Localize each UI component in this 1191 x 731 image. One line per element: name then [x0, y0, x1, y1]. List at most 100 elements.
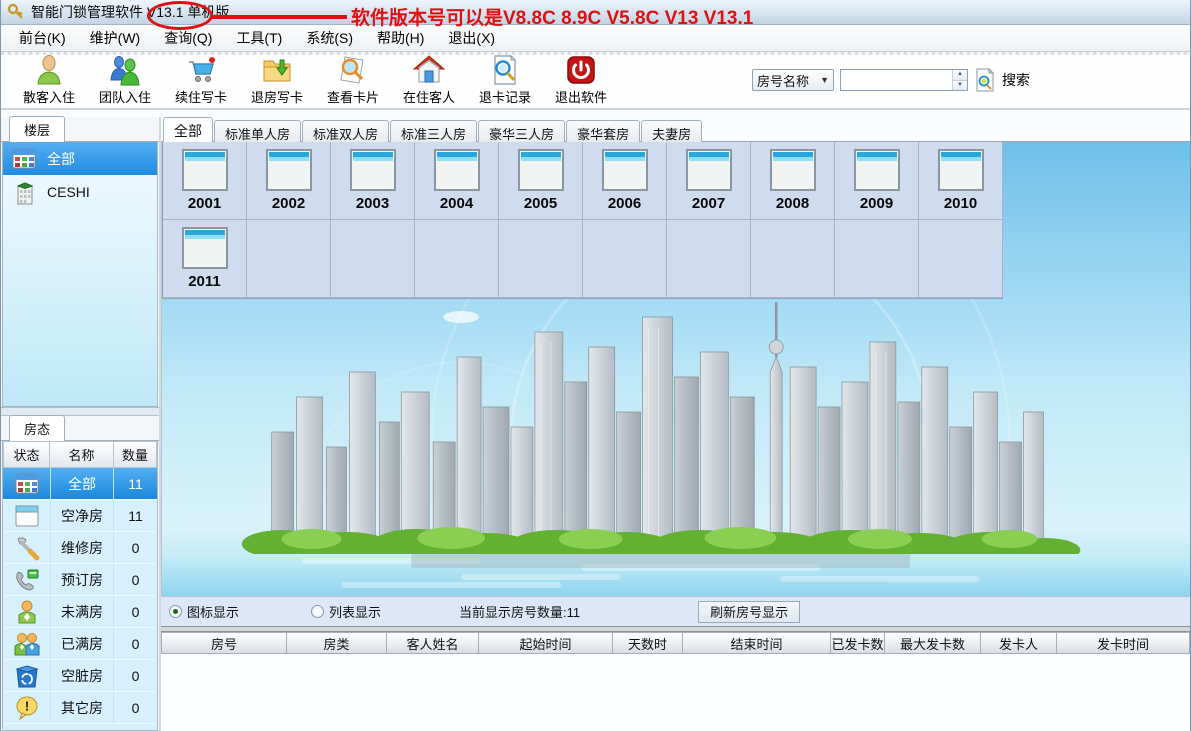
room-cell[interactable]: 2010: [919, 142, 1003, 220]
room-cell[interactable]: 2009: [835, 142, 919, 220]
col-days-hours[interactable]: 天数时: [613, 632, 683, 654]
tab-floors[interactable]: 楼层: [9, 116, 66, 142]
view-cards-button[interactable]: 查看卡片: [315, 54, 391, 106]
search-field-value: 房号名称: [757, 73, 810, 89]
room-cell[interactable]: 2011: [163, 220, 247, 298]
toolbar-label: 查看卡片: [326, 90, 379, 105]
status-row-reserved[interactable]: 预订房 0: [3, 564, 157, 596]
room-window-icon: [181, 227, 228, 269]
extend-stay-write-card-button[interactable]: 续住写卡: [163, 54, 239, 106]
room-cell[interactable]: 2002: [247, 142, 331, 220]
floor-item-ceshi[interactable]: CESHI: [3, 175, 157, 208]
list-view-label: 列表显示: [329, 605, 382, 620]
walk-in-checkin-button[interactable]: 散客入住: [11, 54, 87, 106]
tab-standard-single[interactable]: 标准单人房: [214, 120, 302, 142]
room-cell[interactable]: 2008: [751, 142, 835, 220]
status-name: 维修房: [50, 532, 114, 563]
room-cell-empty: [751, 220, 835, 298]
wrench-icon: [16, 536, 39, 560]
in-house-guests-button[interactable]: 在住客人: [391, 54, 467, 106]
card-return-records-button[interactable]: 退卡记录: [467, 54, 543, 106]
floor-item-all[interactable]: 全部: [3, 142, 157, 175]
status-count: 0: [131, 667, 140, 684]
refresh-rooms-button[interactable]: 刷新房号显示: [698, 600, 801, 623]
search-field-select[interactable]: 房号名称 ▼: [752, 69, 834, 91]
grid-icon: [12, 148, 36, 168]
status-row-vacant-dirty[interactable]: 空脏房 0: [3, 660, 157, 692]
name-col-header[interactable]: 名称: [50, 441, 114, 468]
room-number: 2005: [523, 195, 558, 212]
status-row-full[interactable]: 已满房 0: [3, 628, 157, 660]
room-number: 2006: [607, 195, 642, 212]
search-input[interactable]: [841, 70, 952, 90]
col-room-type[interactable]: 房类: [287, 632, 387, 654]
col-start-time[interactable]: 起始时间: [479, 632, 613, 654]
person-icon: [18, 600, 35, 623]
icon-view-option[interactable]: 图标显示: [169, 602, 239, 621]
col-max-cards[interactable]: 最大发卡数: [885, 632, 981, 654]
tab-standard-double[interactable]: 标准双人房: [302, 120, 390, 142]
status-count: 11: [128, 507, 143, 524]
tab-couple-room[interactable]: 夫妻房: [641, 120, 703, 142]
col-issue-time[interactable]: 发卡时间: [1057, 632, 1190, 654]
exit-software-button[interactable]: 退出软件: [543, 54, 619, 106]
room-count-text: 当前显示房号数量:11: [459, 605, 581, 620]
tab-standard-triple[interactable]: 标准三人房: [390, 120, 478, 142]
room-cell[interactable]: 2003: [331, 142, 415, 220]
checkout-write-card-button[interactable]: 退房写卡: [239, 54, 315, 106]
status-row-all[interactable]: 全部 11: [3, 468, 157, 500]
toolbar: 散客入住 团队入住 续住写卡 退房写卡 查看卡片 在住客人 退卡记录 退出软件 …: [1, 52, 1190, 110]
radio-list-view[interactable]: [311, 605, 325, 618]
title-bar: 智能门锁管理软件 V13.1 单机版 软件版本号可以是V8.8C 8.9C V5…: [1, 0, 1190, 30]
col-cards-issued[interactable]: 已发卡数: [831, 632, 885, 654]
status-row-vacant-clean[interactable]: 空净房 11: [3, 500, 157, 532]
spinner-control[interactable]: ▲ ▼: [952, 70, 967, 90]
col-card-issuer[interactable]: 发卡人: [981, 632, 1057, 654]
tab-room-status[interactable]: 房态: [9, 415, 66, 441]
search-button[interactable]: 搜索: [1002, 70, 1030, 90]
floor-item-label: CESHI: [47, 183, 90, 200]
card-magnifier-icon: [340, 56, 364, 84]
house-icon: [413, 55, 445, 83]
toolbar-label: 退出软件: [554, 90, 607, 105]
status-count: 0: [131, 699, 140, 716]
menu-tools[interactable]: 工具(T): [224, 24, 294, 52]
list-view-option[interactable]: 列表显示: [311, 602, 381, 621]
menu-maintenance[interactable]: 维护(W): [78, 24, 153, 52]
status-col-header[interactable]: 状态: [3, 441, 50, 468]
floor-item-label: 全部: [47, 150, 75, 167]
status-count: 0: [131, 635, 140, 652]
status-row-other[interactable]: ! 其它房 0: [3, 692, 157, 724]
tab-all-rooms[interactable]: 全部: [163, 117, 213, 142]
group-checkin-button[interactable]: 团队入住: [87, 54, 163, 106]
status-name: 其它房: [50, 692, 114, 723]
menu-front-desk[interactable]: 前台(K): [7, 24, 78, 52]
room-cell[interactable]: 2006: [583, 142, 667, 220]
room-number: 2007: [691, 195, 726, 212]
menu-query[interactable]: 查询(Q): [152, 24, 224, 52]
col-room-number[interactable]: 房号: [161, 632, 287, 654]
chevron-down-icon: ▼: [820, 75, 829, 85]
tab-deluxe-suite[interactable]: 豪华套房: [566, 120, 641, 142]
spinner-up-icon[interactable]: ▲: [953, 70, 967, 80]
radio-icon-view[interactable]: [169, 605, 182, 618]
floors-tab-row: 楼层: [1, 116, 159, 142]
status-tab-row: 房态: [1, 415, 159, 441]
status-row-maintenance[interactable]: 维修房 0: [3, 532, 157, 564]
status-name: 未满房: [50, 596, 114, 627]
tab-deluxe-triple[interactable]: 豪华三人房: [478, 120, 566, 142]
room-cell[interactable]: 2004: [415, 142, 499, 220]
room-cell[interactable]: 2005: [499, 142, 583, 220]
room-cell[interactable]: 2007: [667, 142, 751, 220]
spinner-down-icon[interactable]: ▼: [953, 79, 967, 90]
search-doc-icon[interactable]: [974, 68, 996, 92]
count-col-header[interactable]: 数量: [114, 441, 157, 468]
room-cell[interactable]: 2001: [163, 142, 247, 220]
col-end-time[interactable]: 结束时间: [683, 632, 831, 654]
col-guest-name[interactable]: 客人姓名: [387, 632, 479, 654]
status-row-not-full[interactable]: 未满房 0: [3, 596, 157, 628]
toolbar-label: 续住写卡: [174, 90, 227, 105]
phone-icon: [15, 569, 38, 591]
room-cell-empty: [415, 220, 499, 298]
room-number: 2002: [271, 195, 306, 212]
